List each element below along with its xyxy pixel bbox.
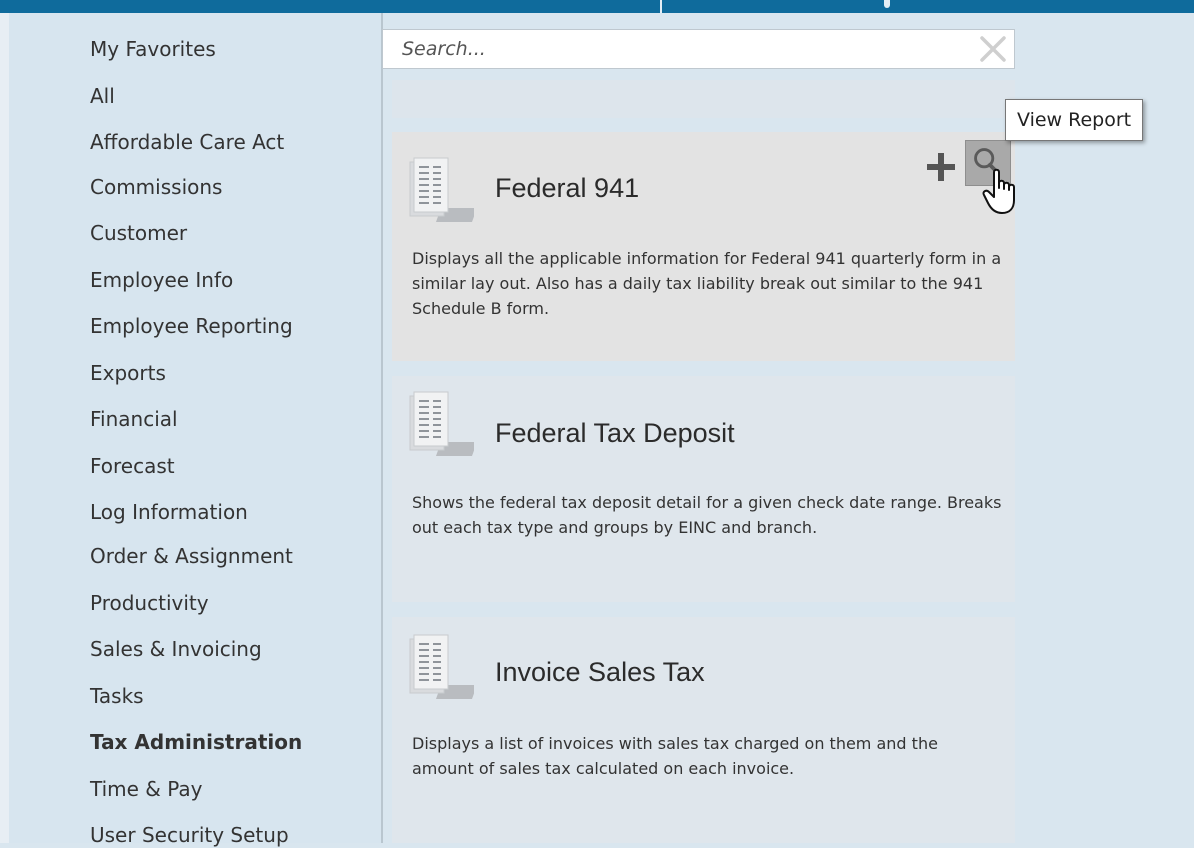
- add-favorite-button[interactable]: [923, 147, 959, 187]
- filter-band: [392, 80, 1015, 118]
- sidebar-item-tasks[interactable]: Tasks: [90, 683, 144, 709]
- report-card-federal-941[interactable]: Federal 941 Displays all the applicable …: [392, 132, 1015, 361]
- left-edge-strip: [0, 13, 9, 843]
- report-title: Federal Tax Deposit: [495, 418, 735, 448]
- report-description: Displays a list of invoices with sales t…: [412, 734, 938, 778]
- top-header-bar: [0, 0, 1194, 13]
- report-card-invoice-sales-tax[interactable]: Invoice Sales Tax Displays a list of inv…: [392, 617, 1015, 843]
- report-category-sidebar: My Favorites All Affordable Care Act Com…: [9, 13, 381, 847]
- sidebar-item-tax-administration[interactable]: Tax Administration: [90, 729, 302, 755]
- sidebar-item-productivity[interactable]: Productivity: [90, 590, 209, 616]
- sidebar-item-financial[interactable]: Financial: [90, 406, 178, 432]
- report-title: Invoice Sales Tax: [495, 657, 705, 687]
- report-description: Shows the federal tax deposit detail for…: [412, 493, 1002, 537]
- sidebar-item-exports[interactable]: Exports: [90, 360, 166, 386]
- sidebar-item-forecast[interactable]: Forecast: [90, 453, 175, 479]
- sidebar-item-my-favorites[interactable]: My Favorites: [90, 36, 216, 62]
- sidebar-item-log-information[interactable]: Log Information: [90, 499, 248, 525]
- report-document-icon: [409, 391, 474, 456]
- hand-pointer-cursor-icon: [982, 168, 1015, 214]
- sidebar-item-employee-info[interactable]: Employee Info: [90, 267, 233, 293]
- sidebar-item-commissions[interactable]: Commissions: [90, 174, 222, 200]
- sidebar-item-time-pay[interactable]: Time & Pay: [90, 776, 203, 802]
- report-document-icon: [409, 634, 474, 699]
- header-divider: [660, 0, 662, 13]
- header-glyph: [884, 0, 890, 8]
- report-title: Federal 941: [495, 173, 640, 203]
- sidebar-item-customer[interactable]: Customer: [90, 220, 187, 246]
- sidebar-item-user-security-setup[interactable]: User Security Setup: [90, 822, 289, 848]
- sidebar-item-all[interactable]: All: [90, 83, 115, 109]
- view-report-tooltip: View Report: [1005, 99, 1144, 141]
- clear-search-icon[interactable]: [980, 36, 1006, 62]
- sidebar-item-sales-invoicing[interactable]: Sales & Invoicing: [90, 636, 262, 662]
- sidebar-item-order-assignment[interactable]: Order & Assignment: [90, 543, 293, 569]
- report-document-icon: [409, 157, 474, 222]
- search-input[interactable]: [383, 30, 973, 68]
- sidebar-item-employee-reporting[interactable]: Employee Reporting: [90, 313, 293, 339]
- report-description: Displays all the applicable information …: [412, 249, 1002, 318]
- search-box: [382, 29, 1015, 69]
- report-card-federal-tax-deposit[interactable]: Federal Tax Deposit Shows the federal ta…: [392, 376, 1015, 602]
- sidebar-item-affordable-care-act[interactable]: Affordable Care Act: [90, 129, 284, 155]
- plus-icon: [927, 153, 955, 181]
